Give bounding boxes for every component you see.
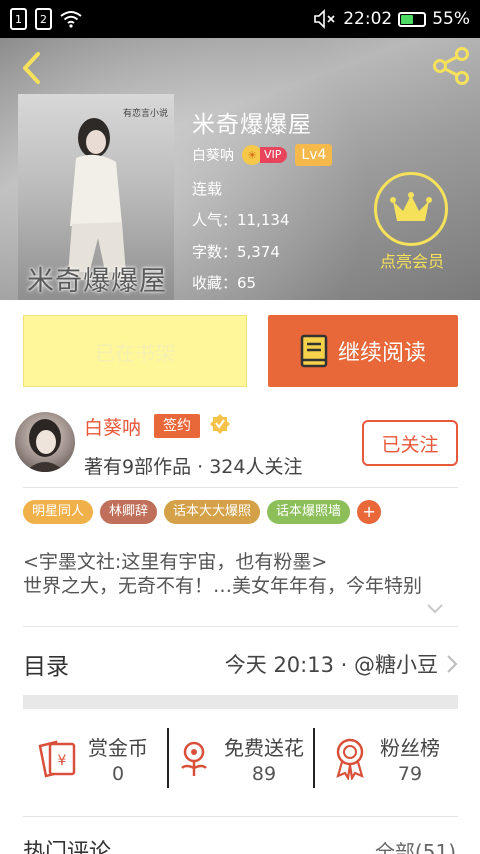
in-bookshelf-button[interactable]: 已在书架 xyxy=(23,315,247,387)
signed-badge: 签约 xyxy=(154,414,200,438)
section-separator xyxy=(23,695,458,709)
book-icon xyxy=(300,334,328,368)
battery-icon xyxy=(398,11,427,27)
sun-icon: ☀ xyxy=(242,145,262,165)
book-favorites: 收藏：65 xyxy=(192,274,257,292)
description-line-1: <宇墨文社:这里有宇宙，也有粉墨> xyxy=(23,551,328,573)
all-comments-link[interactable]: 全部(51) xyxy=(375,836,456,854)
member-button[interactable]: 点亮会员 xyxy=(374,172,450,272)
battery-percent: 55% xyxy=(432,9,470,29)
back-icon[interactable] xyxy=(14,46,54,90)
divider xyxy=(313,728,315,788)
book-description[interactable]: <宇墨文社:这里有宇宙，也有粉墨> 世界之大，无奇不有！…美女年年有，今年特别 xyxy=(23,550,458,598)
continue-reading-button[interactable]: 继续阅读 xyxy=(268,315,458,387)
tag-item[interactable]: 话本大大爆照 xyxy=(164,500,261,524)
reward-coin-value: 0 xyxy=(111,762,125,785)
hot-comments-title: 热门评论 xyxy=(23,840,112,854)
reward-coin-label: 赏金币 xyxy=(88,735,148,760)
tag-list: 明星同人 林卿辞 话本大大爆照 话本爆照墙 + xyxy=(23,500,382,524)
author-works-followers: 著有9部作品 · 324人关注 xyxy=(84,456,303,478)
level-badge: Lv4 xyxy=(295,144,333,166)
catalog-update-info: 今天 20:13 · @糖小豆 xyxy=(224,653,438,677)
tag-item[interactable]: 林卿辞 xyxy=(100,500,158,524)
book-cover[interactable]: 有恋言小说 米奇爆爆屋 xyxy=(18,94,174,300)
share-icon[interactable] xyxy=(430,44,474,88)
author-name-small[interactable]: 白葵呐 xyxy=(192,145,234,165)
free-flower-value: 89 xyxy=(251,762,277,785)
wifi-icon xyxy=(60,11,82,28)
sim2-icon: 2 xyxy=(35,8,52,30)
crown-icon xyxy=(390,192,432,221)
status-time: 22:02 xyxy=(343,9,393,29)
avatar-image xyxy=(25,419,65,472)
coin-envelope-icon: ¥ xyxy=(38,740,76,778)
tag-item[interactable]: 明星同人 xyxy=(23,500,94,524)
mute-icon xyxy=(314,9,335,29)
divider xyxy=(23,816,458,817)
continue-reading-label: 继续阅读 xyxy=(337,341,426,366)
author-row: 白葵呐 ☀ VIP Lv4 xyxy=(192,144,333,166)
book-status: 连载 xyxy=(192,180,223,198)
divider xyxy=(167,728,169,788)
medal-icon xyxy=(336,738,364,780)
fan-ranking-label: 粉丝榜 xyxy=(380,735,440,760)
book-title: 米奇爆爆屋 xyxy=(192,112,312,138)
vip-badge: ☀ VIP xyxy=(242,145,288,165)
status-bar: 1 2 22:02 55% xyxy=(0,0,480,38)
catalog-row[interactable]: 目录 今天 20:13 · @糖小豆 xyxy=(23,640,458,688)
svg-text:¥: ¥ xyxy=(58,753,67,769)
followed-button[interactable]: 已关注 xyxy=(362,420,458,466)
add-tag-button[interactable]: + xyxy=(357,500,382,524)
sim1-icon: 1 xyxy=(10,8,27,30)
chevron-right-icon xyxy=(447,655,458,673)
fan-ranking-button[interactable]: 粉丝榜 79 xyxy=(328,728,440,788)
free-flower-label: 免费送花 xyxy=(224,735,304,760)
cover-title: 米奇爆爆屋 xyxy=(27,266,167,297)
reward-coin-button[interactable]: ¥ 赏金币 0 xyxy=(36,728,148,788)
author-name[interactable]: 白葵呐 xyxy=(84,413,141,440)
flower-icon xyxy=(181,741,207,776)
member-label: 点亮会员 xyxy=(379,252,444,271)
verified-icon xyxy=(210,414,230,434)
book-word-count: 字数：5,374 xyxy=(192,243,280,261)
tag-item[interactable]: 话本爆照墙 xyxy=(267,500,351,524)
description-line-2: 世界之大，无奇不有！…美女年年有，今年特别 xyxy=(23,575,423,597)
author-avatar[interactable] xyxy=(15,412,75,472)
divider xyxy=(23,626,458,627)
chevron-down-icon[interactable] xyxy=(425,602,445,616)
fan-ranking-value: 79 xyxy=(397,762,423,785)
free-flower-button[interactable]: 免费送花 89 xyxy=(172,728,304,788)
book-header: 有恋言小说 米奇爆爆屋 米奇爆爆屋 白葵呐 ☀ VIP Lv4 连载 人气：11… xyxy=(0,38,480,300)
book-popularity: 人气：11,134 xyxy=(192,211,290,229)
catalog-title: 目录 xyxy=(23,654,69,680)
divider xyxy=(23,487,458,488)
